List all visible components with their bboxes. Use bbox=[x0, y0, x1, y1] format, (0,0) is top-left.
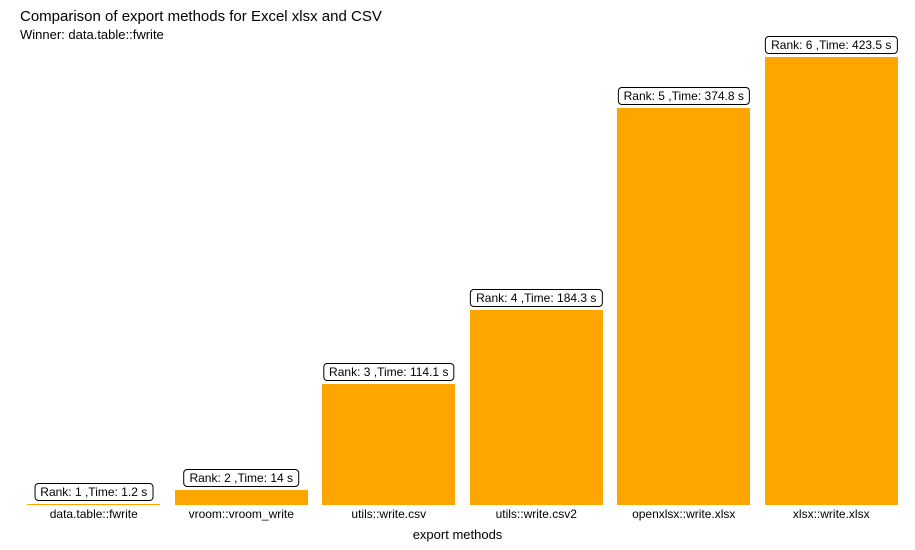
bar bbox=[470, 310, 603, 505]
bar-label: Rank: 1 ,Time: 1.2 s bbox=[34, 483, 153, 501]
x-tick-label: data.table::fwrite bbox=[50, 507, 138, 521]
plot-area: Rank: 1 ,Time: 1.2 s Rank: 2 ,Time: 14 s R… bbox=[20, 50, 905, 505]
bar bbox=[27, 504, 160, 505]
x-tick-label: openxlsx::write.xlsx bbox=[632, 507, 735, 521]
title-block: Comparison of export methods for Excel x… bbox=[20, 8, 382, 42]
bar bbox=[175, 490, 308, 505]
chart-title: Comparison of export methods for Excel x… bbox=[20, 8, 382, 25]
bar-label: Rank: 3 ,Time: 114.1 s bbox=[323, 363, 454, 381]
x-tick-label: utils::write.csv2 bbox=[496, 507, 577, 521]
bar-label: Rank: 4 ,Time: 184.3 s bbox=[470, 289, 602, 307]
bar bbox=[765, 57, 898, 505]
chart-subtitle: Winner: data.table::fwrite bbox=[20, 27, 382, 42]
x-axis-ticks: data.table::fwrite vroom::vroom_write util… bbox=[20, 507, 905, 522]
chart-container: Comparison of export methods for Excel x… bbox=[0, 0, 915, 550]
x-tick-label: vroom::vroom_write bbox=[189, 507, 294, 521]
bar-label: Rank: 6 ,Time: 423.5 s bbox=[765, 36, 897, 54]
bar-label: Rank: 5 ,Time: 374.8 s bbox=[618, 87, 750, 105]
bar-label: Rank: 2 ,Time: 14 s bbox=[183, 469, 299, 487]
x-axis-label: export methods bbox=[413, 527, 503, 542]
x-tick-label: utils::write.csv bbox=[351, 507, 426, 521]
bar bbox=[617, 108, 750, 505]
bar bbox=[322, 384, 455, 505]
x-tick-label: xlsx::write.xlsx bbox=[793, 507, 870, 521]
